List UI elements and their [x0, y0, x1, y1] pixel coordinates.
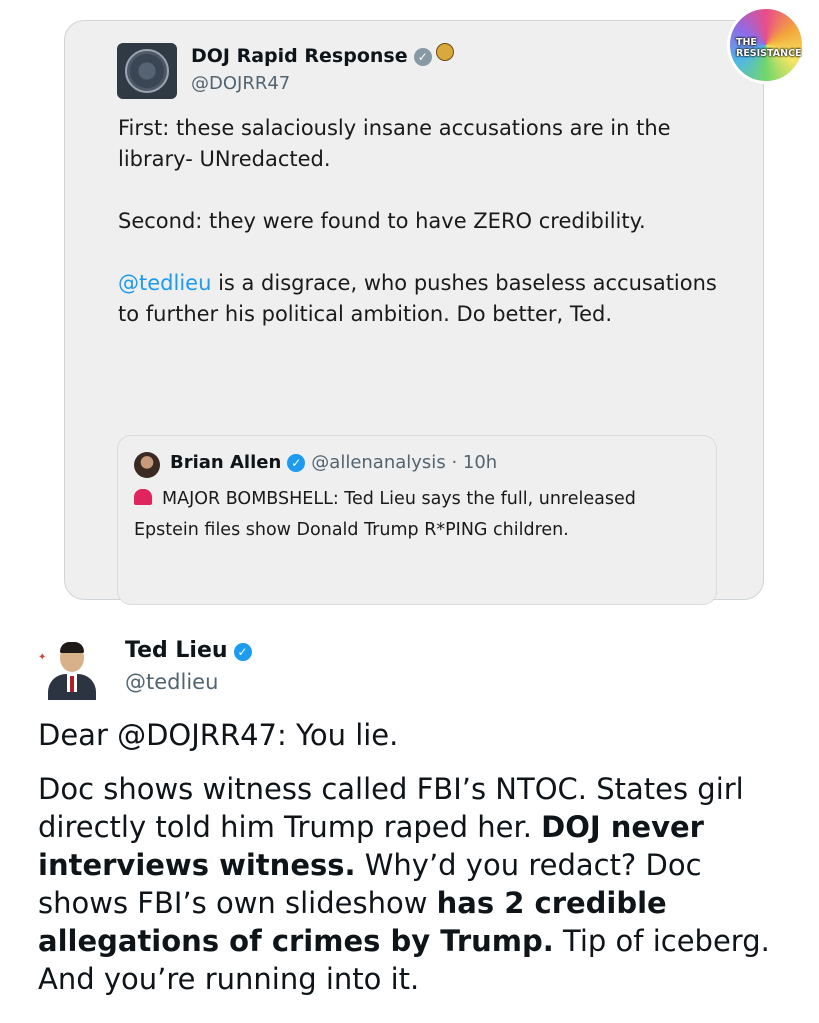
quoted-doj-post-card[interactable]: DOJ Rapid Response ✓ @DOJRR47 First: thes… [64, 20, 764, 605]
doj-name-text: DOJ Rapid Response [191, 45, 408, 67]
doj-seal-badge-icon [435, 43, 454, 61]
logo-line-1: THE [736, 37, 757, 48]
ted-author-name[interactable]: Ted Lieu ✓ [125, 638, 258, 663]
flag-pin-icon: ✦ [38, 652, 47, 663]
siren-emoji-icon [134, 489, 152, 505]
doj-seal-icon [125, 49, 169, 93]
quoted-tweet-header: Brian Allen ✓ @allenanalysis · 10h [170, 452, 497, 473]
ted-line-1: Dear @DOJRR47: You lie. [38, 718, 399, 752]
quoted-author-handle[interactable]: @allenanalysis [311, 452, 445, 473]
verified-gray-icon: ✓ [413, 48, 432, 66]
verified-blue-icon: ✓ [233, 643, 252, 661]
doj-handle[interactable]: @DOJRR47 [191, 73, 290, 94]
verified-blue-icon: ✓ [287, 454, 306, 472]
ted-paragraph-2: Doc shows witness called FBI’s NTOC. Sta… [38, 770, 798, 998]
the-resistance-logo: THE RESISTANCE [727, 6, 805, 84]
tedlieu-mention-link[interactable]: @tedlieu [118, 271, 211, 295]
meta-separator: · [451, 452, 458, 473]
ted-lieu-avatar[interactable]: ✦ [38, 640, 98, 700]
doj-avatar[interactable] [117, 43, 177, 99]
doj-paragraph-1: First: these salaciously insane accusati… [118, 116, 671, 171]
ted-post-body: Dear @DOJRR47: You lie. Doc shows witnes… [38, 716, 798, 1014]
ted-name-text: Ted Lieu [125, 638, 228, 663]
quoted-tweet-text: MAJOR BOMBSHELL: Ted Lieu says the full,… [134, 484, 704, 546]
quoted-author-name[interactable]: Brian Allen [170, 452, 281, 473]
quoted-text-body: MAJOR BOMBSHELL: Ted Lieu says the full,… [134, 489, 636, 540]
avatar-hair [60, 642, 84, 653]
ted-handle[interactable]: @tedlieu [125, 670, 218, 694]
doj-paragraph-2: Second: they were found to have ZERO cre… [118, 209, 646, 233]
quoted-timestamp[interactable]: 10h [463, 452, 497, 473]
avatar-tie [70, 676, 74, 692]
quoted-tweet-card[interactable]: Brian Allen ✓ @allenanalysis · 10h MAJOR B… [117, 435, 717, 605]
logo-line-2: RESISTANCE [736, 48, 802, 59]
doj-author-name[interactable]: DOJ Rapid Response ✓ [191, 43, 454, 67]
doj-paragraph-3: @tedlieu is a disgrace, who pushes basel… [118, 268, 738, 330]
resistance-logo-text: THE RESISTANCE [736, 37, 802, 59]
brian-allen-avatar[interactable] [134, 452, 160, 478]
doj-post-body: First: these salaciously insane accusati… [118, 113, 738, 361]
